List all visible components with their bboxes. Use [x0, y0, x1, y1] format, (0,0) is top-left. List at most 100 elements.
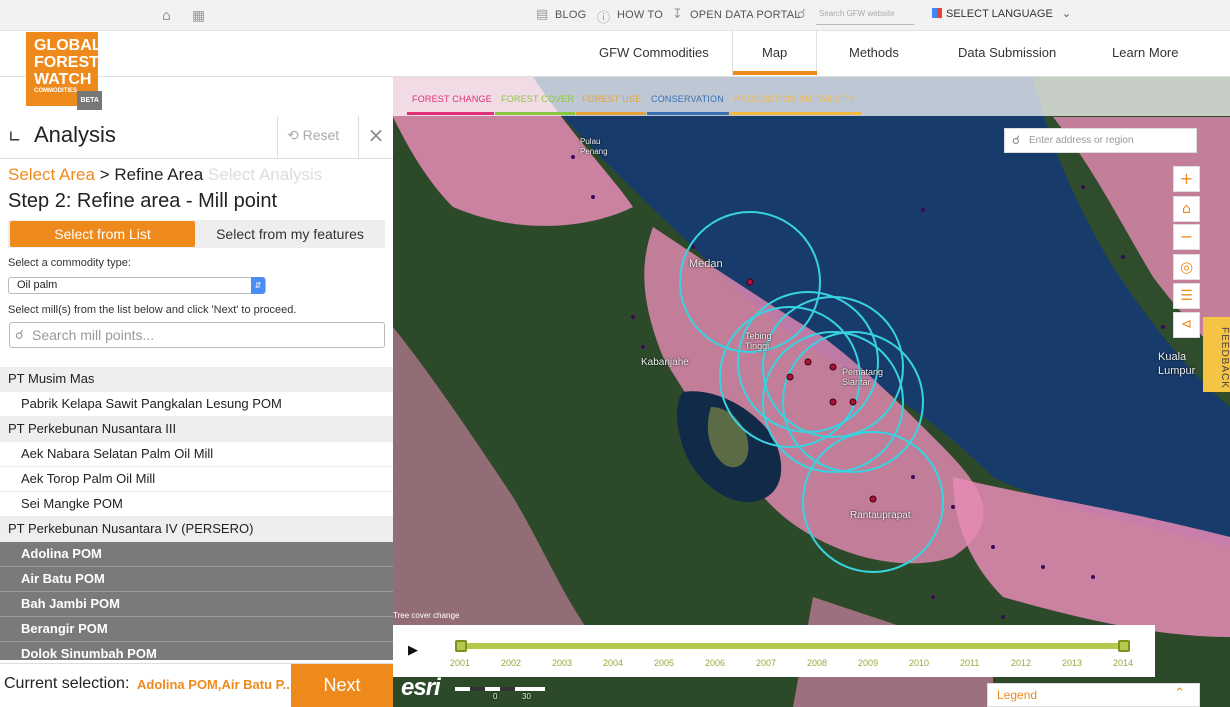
timeline-year-label[interactable]: 2013: [1062, 658, 1082, 668]
top-utility-bar: ⌂ ▦ ▤ BLOG ⓘ HOW TO ↧ OPEN DATA PORTAL ☌…: [0, 0, 1230, 31]
next-button[interactable]: Next: [291, 664, 393, 707]
download-icon: ↧: [672, 7, 683, 22]
timeline-year-label[interactable]: 2001: [450, 658, 470, 668]
mill-row[interactable]: Bah Jambi POM: [0, 592, 393, 617]
timeline-year-label[interactable]: 2005: [654, 658, 674, 668]
nav-gfw-commodities[interactable]: GFW Commodities: [599, 45, 709, 60]
commodity-value: Oil palm: [17, 279, 58, 291]
beta-badge: BETA: [77, 91, 102, 110]
google-translate-icon: [932, 8, 942, 18]
timeline-year-label[interactable]: 2006: [705, 658, 725, 668]
nav-map[interactable]: Map: [762, 45, 787, 60]
timeline-year-label[interactable]: 2003: [552, 658, 572, 668]
select-arrows-icon: ⇵: [251, 277, 265, 294]
timeline-start-handle[interactable]: [455, 640, 467, 652]
howto-link[interactable]: HOW TO: [617, 9, 663, 21]
tab-forest-change[interactable]: FOREST CHANGE: [412, 94, 492, 104]
select-from-list-button[interactable]: Select from List: [10, 221, 195, 247]
analysis-chart-icon: ∟: [8, 127, 22, 146]
mill-row[interactable]: Sei Mangke POM: [0, 492, 393, 517]
label-pulau-penang: Pulau Penang: [580, 137, 608, 156]
tab-forest-use-bar: [576, 112, 646, 115]
timeline-year-label[interactable]: 2011: [960, 658, 979, 668]
play-icon[interactable]: ▶: [408, 643, 418, 658]
timeline-year-label[interactable]: 2014: [1113, 658, 1133, 668]
zoom-out-button[interactable]: −: [1173, 224, 1200, 250]
map-canvas[interactable]: [393, 77, 1230, 707]
tab-forest-cover-bar: [495, 112, 575, 115]
panel-title: Analysis: [34, 122, 116, 147]
language-label: SELECT LANGUAGE: [946, 8, 1053, 20]
timeline-year-label[interactable]: 2007: [756, 658, 776, 668]
timeline-panel: [393, 625, 1155, 677]
nav-methods[interactable]: Methods: [849, 45, 899, 60]
panel-divider: [0, 158, 393, 159]
mill-row[interactable]: Pabrik Kelapa Sawit Pangkalan Lesung POM: [0, 392, 393, 417]
map-imagery: [393, 77, 1230, 707]
tab-forest-use[interactable]: FOREST USE: [582, 94, 641, 104]
timeline-year-label[interactable]: 2008: [807, 658, 827, 668]
label-kuala-lumpur: Kuala Lumpur: [1158, 351, 1196, 377]
home-icon[interactable]: ⌂: [162, 8, 171, 24]
chevron-down-icon: ⌄: [1061, 8, 1072, 20]
site-search-input[interactable]: Search GFW website: [816, 6, 914, 25]
reset-button[interactable]: ⟲ Reset: [277, 116, 359, 158]
mills-instruction: Select mill(s) from the list below and c…: [8, 304, 297, 316]
layers-button[interactable]: ☰: [1173, 283, 1200, 309]
reset-icon: ⟲: [287, 127, 299, 143]
timeline-end-handle[interactable]: [1118, 640, 1130, 652]
timeline-year-label[interactable]: 2012: [1011, 658, 1031, 668]
timeline-year-label[interactable]: 2002: [501, 658, 521, 668]
mill-row[interactable]: Berangir POM: [0, 617, 393, 642]
mill-row[interactable]: Adolina POM: [0, 542, 393, 567]
company-group-row[interactable]: PT Perkebunan Nusantara III: [0, 417, 393, 442]
mill-row[interactable]: Dolok Sinumbah POM: [0, 642, 393, 660]
label-pematang-siantar: Pematang Siantar: [842, 367, 884, 387]
timeline-track[interactable]: [459, 643, 1126, 649]
scale-label-30: 30: [522, 692, 531, 701]
language-selector[interactable]: SELECT LANGUAGE ⌄: [932, 7, 1071, 20]
mill-row[interactable]: Aek Torop Palm Oil Mill: [0, 467, 393, 492]
crumb-select-area[interactable]: Select Area: [8, 165, 95, 184]
gfw-commodities-logo[interactable]: GLOBAL FOREST WATCH COMMODITIES BETA: [26, 32, 102, 110]
logo-line1: GLOBAL: [34, 37, 102, 54]
tab-forest-change-bar: [407, 112, 494, 115]
timeline-year-label[interactable]: 2009: [858, 658, 878, 668]
current-selection-label: Current selection:: [4, 675, 130, 692]
nav-data-submission[interactable]: Data Submission: [958, 45, 1056, 60]
label-medan: Medan: [689, 258, 723, 270]
company-group-row[interactable]: PT Musim Mas: [0, 367, 393, 392]
apps-grid-icon[interactable]: ▦: [192, 8, 205, 24]
legend-toggle[interactable]: Legend ⌃: [987, 683, 1200, 707]
logo-line2: FOREST: [34, 54, 99, 71]
commodity-select[interactable]: Oil palm ⇵: [8, 277, 266, 294]
zoom-in-button[interactable]: +: [1173, 166, 1200, 192]
nav-active-indicator: [733, 71, 817, 75]
mill-search-input[interactable]: ☌ Search mill points...: [9, 322, 385, 348]
label-rantauprapat: Rantauprapat: [850, 510, 911, 521]
tab-conservation[interactable]: CONSERVATION: [651, 94, 724, 104]
search-icon: ☌: [15, 327, 24, 342]
mill-row[interactable]: Aek Nabara Selatan Palm Oil Mill: [0, 442, 393, 467]
mill-row[interactable]: Air Batu POM: [0, 567, 393, 592]
crumb-separator: >: [94, 165, 115, 184]
address-search-input[interactable]: ☌ Enter address or region: [1004, 128, 1197, 153]
nav-learn-more[interactable]: Learn More: [1112, 45, 1178, 60]
tab-forest-cover[interactable]: FOREST COVER: [501, 94, 574, 104]
timeline-year-label[interactable]: 2004: [603, 658, 623, 668]
timeline-year-label[interactable]: 2010: [909, 658, 929, 668]
logo-line3: WATCH: [34, 71, 92, 88]
select-from-features-button[interactable]: Select from my features: [196, 221, 384, 247]
blog-link[interactable]: BLOG: [555, 9, 586, 21]
close-icon[interactable]: ×: [362, 123, 390, 147]
tab-conservation-bar: [647, 112, 729, 115]
home-extent-button[interactable]: ⌂: [1173, 196, 1200, 222]
share-button[interactable]: ⊲: [1173, 312, 1200, 338]
crumb-refine-area: Refine Area: [114, 165, 204, 184]
feedback-tab[interactable]: FEEDBACK: [1203, 317, 1230, 392]
tab-production-suitability[interactable]: PRODUCTION SUITABILITY: [734, 94, 855, 104]
company-group-row[interactable]: PT Perkebunan Nusantara IV (PERSERO): [0, 517, 393, 542]
open-data-link[interactable]: OPEN DATA PORTAL: [690, 9, 801, 21]
locate-button[interactable]: ◎: [1173, 254, 1200, 280]
search-icon: ☌: [1012, 133, 1021, 147]
